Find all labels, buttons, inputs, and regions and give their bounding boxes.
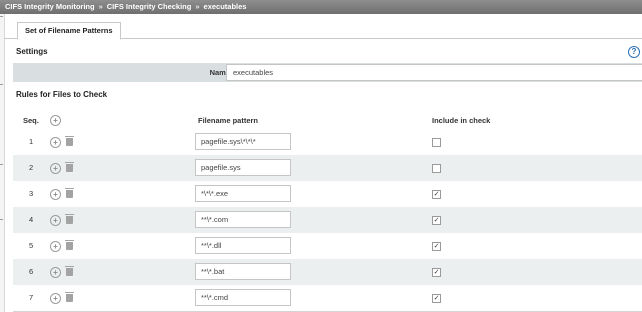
filename-pattern-input[interactable] [195,237,291,254]
filename-pattern-input[interactable] [195,159,291,176]
insert-rule-icon[interactable]: + [50,241,61,252]
tab-set-of-filename-patterns[interactable]: Set of Filename Patterns [17,22,121,40]
trash-icon[interactable] [65,214,74,224]
insert-rule-icon[interactable]: + [50,293,61,304]
row-seq: 2 [29,163,34,172]
trash-icon[interactable] [65,162,74,172]
row-actions: + [50,240,74,252]
trash-icon[interactable] [65,292,74,302]
row-seq: 1 [29,137,34,146]
column-header-seq: Seq. [23,116,39,125]
row-actions: + [50,292,74,304]
row-seq: 5 [29,241,34,250]
table-row: 4 + ✓ [13,207,642,234]
row-seq: 3 [29,189,34,198]
insert-rule-icon[interactable]: + [50,137,61,148]
row-seq: 4 [29,215,34,224]
table-row: 3 + ✓ [13,181,642,208]
frame-tick [0,219,3,220]
name-input[interactable] [226,64,642,81]
row-actions: + [50,136,74,148]
filename-pattern-input[interactable] [195,211,291,228]
breadcrumb-separator: » [195,2,200,11]
name-row: Name [13,63,642,82]
row-seq: 6 [29,267,34,276]
include-in-check-checkbox[interactable] [432,164,441,173]
frame-tick [0,16,3,17]
add-rule-icon[interactable]: + [50,115,61,126]
rules-table-header: Seq. + Filename pattern Include in check [13,112,642,129]
row-actions: + [50,188,74,200]
breadcrumb-item-checking[interactable]: CIFS Integrity Checking [107,0,192,14]
filename-pattern-input[interactable] [195,133,291,150]
settings-heading: Settings [16,47,48,56]
insert-rule-icon[interactable]: + [50,163,61,174]
breadcrumb-item-current: executables [203,2,247,11]
breadcrumb-item-monitoring[interactable]: CIFS Integrity Monitoring [5,0,95,14]
include-in-check-checkbox[interactable]: ✓ [432,242,441,251]
filename-pattern-input[interactable] [195,289,291,306]
tab-bar: Set of Filename Patterns [4,14,642,40]
rules-heading: Rules for Files to Check [16,90,108,99]
row-actions: + [50,266,74,278]
breadcrumb-separator: » [98,2,103,11]
include-in-check-checkbox[interactable]: ✓ [432,216,441,225]
include-in-check-checkbox[interactable]: ✓ [432,190,441,199]
trash-icon[interactable] [65,266,74,276]
filename-pattern-input[interactable] [195,185,291,202]
insert-rule-icon[interactable]: + [50,189,61,200]
insert-rule-icon[interactable]: + [50,215,61,226]
table-row: 1 + [13,129,642,156]
trash-icon[interactable] [65,240,74,250]
table-row: 5 + ✓ [13,233,642,260]
trash-icon[interactable] [65,188,74,198]
include-in-check-checkbox[interactable]: ✓ [432,294,441,303]
filename-pattern-input[interactable] [195,263,291,280]
table-row: 2 + [13,155,642,182]
trash-icon[interactable] [65,136,74,146]
table-row: 6 + ✓ [13,259,642,286]
table-row: 7 + ✓ [13,285,642,312]
breadcrumb: CIFS Integrity Monitoring» CIFS Integrity… [0,0,642,14]
include-in-check-checkbox[interactable] [432,138,441,147]
frame-tick [0,84,3,85]
row-actions: + [50,214,74,226]
row-seq: 7 [29,293,34,302]
frame-tick [0,164,3,165]
left-frame-edge [0,14,5,312]
insert-rule-icon[interactable]: + [50,267,61,278]
help-icon[interactable]: ? [628,46,640,58]
include-in-check-checkbox[interactable]: ✓ [432,268,441,277]
column-header-include: Include in check [432,116,491,125]
row-actions: + [50,162,74,174]
column-header-pattern: Filename pattern [198,116,259,125]
